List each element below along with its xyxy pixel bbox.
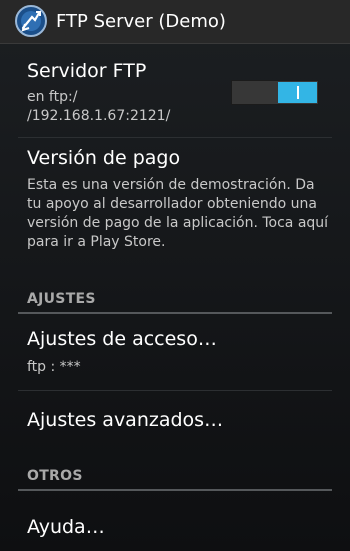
access-settings-title: Ajustes de acceso… [27,328,217,350]
divider [18,390,332,391]
server-preference-title: Servidor FTP [27,60,147,82]
app-title: FTP Server (Demo) [56,11,226,32]
action-bar: FTP Server (Demo) [0,0,350,44]
divider [18,137,332,138]
server-toggle-switch[interactable] [231,80,319,105]
settings-category-header: AJUSTES [27,291,96,307]
ftp-server-app-icon[interactable] [14,4,48,38]
category-divider [18,312,332,314]
server-address-line1: en ftp:/ [27,89,78,105]
others-category-header: OTROS [27,468,83,484]
advanced-settings-title: Ajustes avanzados… [27,409,224,431]
server-address-line2: /192.168.1.67:2121/ [27,108,171,124]
paid-version-title: Versión de pago [27,147,181,169]
toggle-on-mark [297,86,299,99]
access-settings-summary: ftp : *** [27,359,81,375]
toggle-thumb [278,82,317,103]
category-divider [18,489,332,491]
paid-version-summary: Esta es una versión de demostración. Da … [27,177,329,250]
help-title: Ayuda… [27,516,105,538]
